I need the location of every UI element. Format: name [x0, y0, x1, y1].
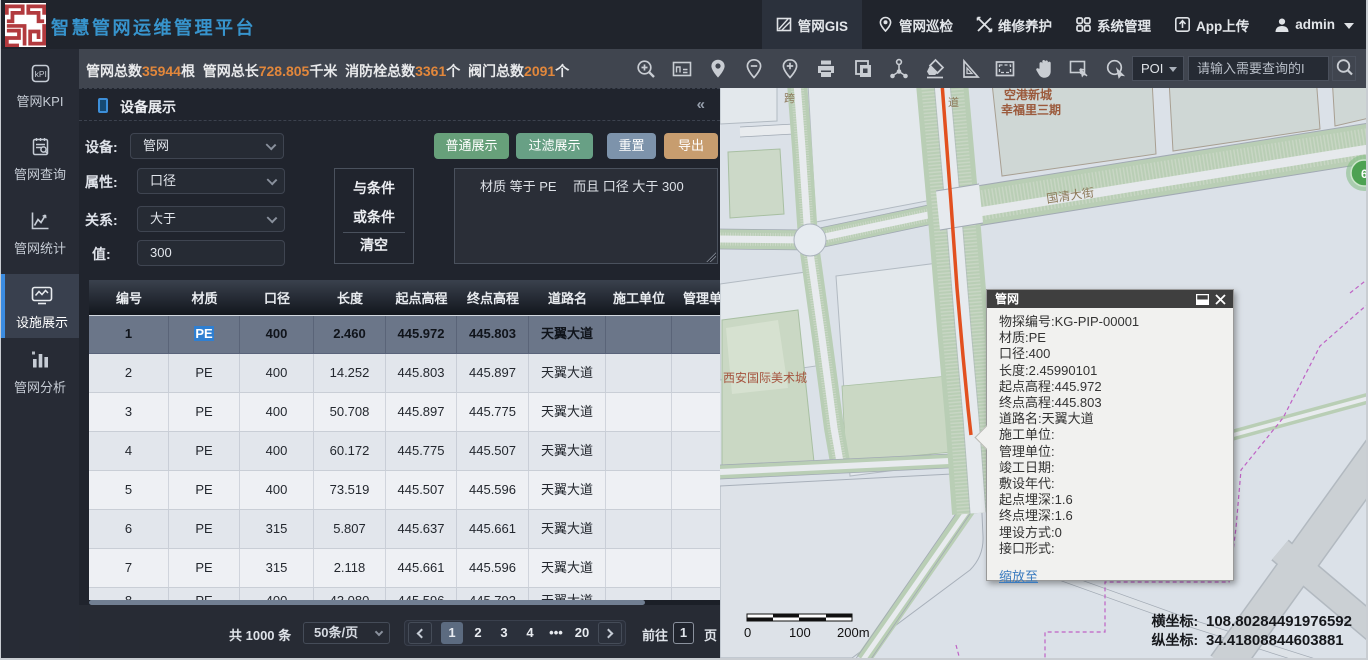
svg-text:空港新城: 空港新城 — [1004, 88, 1052, 102]
svg-text:幸福里三期: 幸福里三期 — [1001, 102, 1061, 117]
svg-text:道: 道 — [948, 95, 959, 109]
svg-text:200m: 200m — [837, 625, 870, 640]
svg-text:跨: 跨 — [784, 92, 795, 105]
svg-text:100: 100 — [789, 625, 811, 640]
svg-text:kPI: kPI — [34, 69, 46, 79]
svg-text:西安国际美术城: 西安国际美术城 — [723, 370, 807, 385]
svg-text:6: 6 — [1361, 167, 1366, 181]
svg-text:0: 0 — [744, 625, 751, 640]
